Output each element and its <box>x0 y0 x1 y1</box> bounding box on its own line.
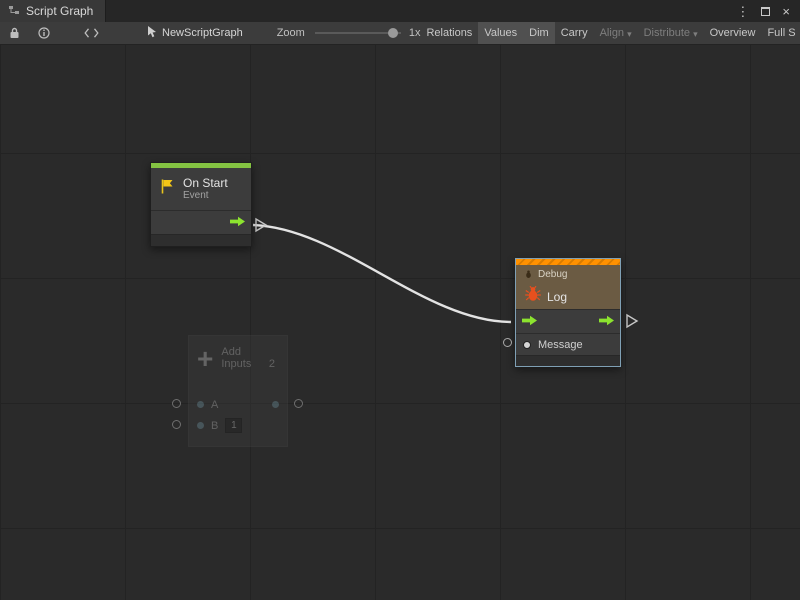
bug-icon <box>524 285 542 308</box>
debug-flow-ports-row <box>516 309 620 333</box>
input-port-a <box>197 401 204 408</box>
ghost-port-ring-a-left <box>172 399 181 408</box>
info-icon[interactable] <box>33 22 55 44</box>
fullscreen-button[interactable]: Full S <box>761 22 800 44</box>
chevron-down-icon: ▾ <box>627 29 632 40</box>
script-graph-icon <box>8 4 20 19</box>
node-title: On Start <box>183 176 228 190</box>
input-label-b: B <box>211 420 218 432</box>
zoom-slider[interactable] <box>315 32 401 34</box>
chevron-down-icon: ▾ <box>693 29 698 40</box>
node-category: Debug <box>538 269 567 281</box>
input-port-b <box>197 422 204 429</box>
message-port-row: Message <box>516 333 620 355</box>
connection-wire <box>253 225 511 322</box>
node-title-line1: Add <box>221 346 279 358</box>
menu-icon[interactable]: ⋮ <box>736 5 749 18</box>
message-port-outer-ring[interactable] <box>503 338 512 347</box>
values-button[interactable]: Values <box>478 22 523 44</box>
input-count-value: 2 <box>269 358 279 370</box>
toolbar-buttons: Relations Values Dim Carry Align ▾ Distr… <box>420 22 800 44</box>
script-graph-window: Script Graph ⋮ × NewScriptGraph Zoom <box>0 0 800 600</box>
flow-arrow-indicator <box>627 315 637 327</box>
output-port-a <box>272 401 279 408</box>
flow-arrow-indicator <box>256 219 266 231</box>
zoom-value: 1x <box>409 27 421 39</box>
graph-canvas[interactable]: On Start Event Debug <box>0 45 800 600</box>
input-row-a: A <box>189 394 287 415</box>
bug-mini-icon <box>524 266 533 284</box>
node-title-line2: Inputs <box>221 358 251 370</box>
node-footer <box>516 355 620 366</box>
relations-button[interactable]: Relations <box>420 22 478 44</box>
node-subtitle: Event <box>183 190 228 202</box>
zoom-label: Zoom <box>277 27 305 39</box>
ghost-port-ring-a-right <box>294 399 303 408</box>
zoom-slider-knob[interactable] <box>388 28 398 38</box>
dim-button[interactable]: Dim <box>523 22 555 44</box>
debug-log-header[interactable]: Debug Log <box>516 265 620 309</box>
align-button[interactable]: Align ▾ <box>594 22 638 44</box>
flag-icon <box>159 178 176 200</box>
message-port-label: Message <box>538 339 583 351</box>
lock-icon[interactable] <box>4 22 25 44</box>
node-on-start[interactable]: On Start Event <box>150 162 252 247</box>
plus-icon: + <box>197 346 213 384</box>
add-inputs-rows: A B 1 <box>189 394 287 436</box>
on-start-output-row <box>151 210 251 234</box>
graph-name-label: NewScriptGraph <box>162 27 243 39</box>
tab-title: Script Graph <box>26 4 93 18</box>
flow-output-port[interactable] <box>599 313 614 331</box>
flow-output-port[interactable] <box>230 214 245 232</box>
input-row-b: B 1 <box>189 415 287 436</box>
pointer-cursor-icon <box>146 25 157 41</box>
ghost-port-ring-b-left <box>172 420 181 429</box>
maximize-icon[interactable] <box>761 7 770 16</box>
message-input-port[interactable] <box>523 341 531 349</box>
graph-toolbar: NewScriptGraph Zoom 1x Relations Values … <box>0 22 800 45</box>
flow-input-port[interactable] <box>522 313 537 331</box>
zoom-control: Zoom 1x <box>277 27 421 39</box>
graph-name-group[interactable]: NewScriptGraph <box>146 25 243 41</box>
distribute-button[interactable]: Distribute ▾ <box>638 22 704 44</box>
carry-button[interactable]: Carry <box>555 22 594 44</box>
node-footer <box>151 234 251 246</box>
node-debug-log[interactable]: Debug Log <box>515 258 621 367</box>
add-inputs-header: + Add Inputs 2 <box>189 336 287 388</box>
window-controls: ⋮ × <box>736 0 800 22</box>
code-brackets-icon[interactable] <box>79 22 104 44</box>
connection-layer <box>0 45 800 600</box>
close-icon[interactable]: × <box>782 5 790 18</box>
input-label-a: A <box>211 399 218 411</box>
node-add-inputs-ghost: + Add Inputs 2 A B 1 <box>188 335 288 447</box>
on-start-header[interactable]: On Start Event <box>151 168 251 210</box>
title-bar: Script Graph ⋮ × <box>0 0 800 22</box>
tab-script-graph[interactable]: Script Graph <box>0 0 106 22</box>
input-value-b: 1 <box>225 418 242 433</box>
node-title: Log <box>547 290 567 304</box>
overview-button[interactable]: Overview <box>704 22 762 44</box>
